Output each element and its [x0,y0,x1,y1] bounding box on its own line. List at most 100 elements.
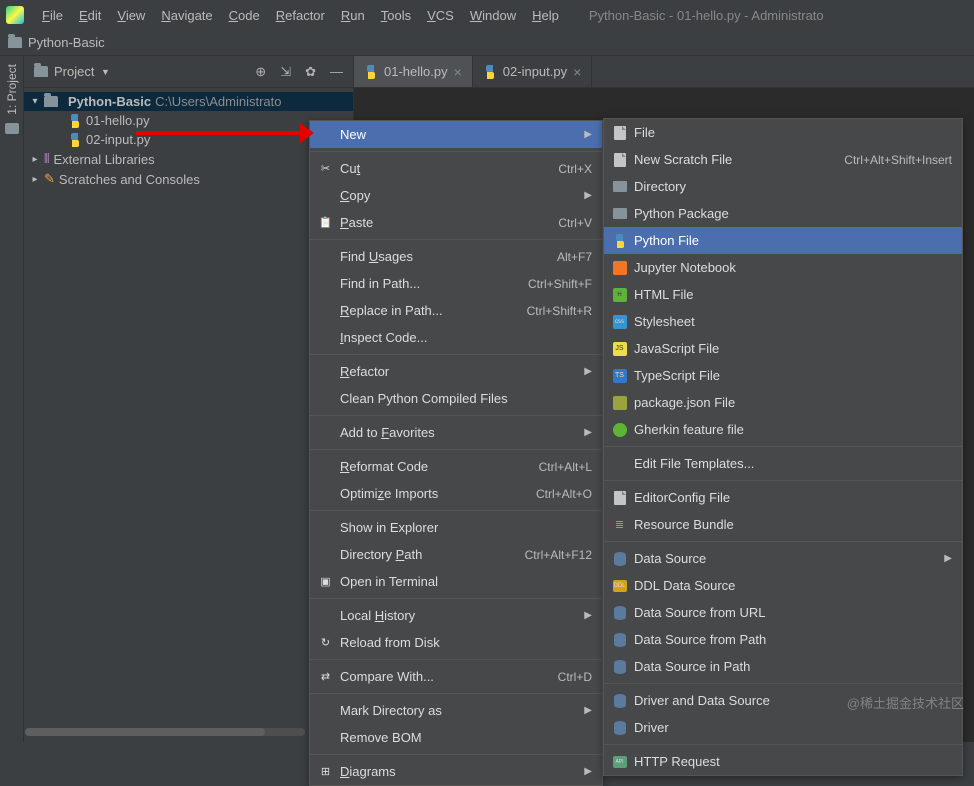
menu-item-html-file[interactable]: HHTML File [604,281,962,308]
scissors-icon: ✂ [318,161,333,176]
menu-item-directory[interactable]: Directory [604,173,962,200]
db-icon [612,659,627,674]
tree-item-scratches[interactable]: ▸✎ Scratches and Consoles [24,169,353,189]
menu-item-edit-file-templates-[interactable]: Edit File Templates... [604,450,962,477]
folder-icon [8,37,22,48]
dir-icon [612,179,627,194]
menu-vcs[interactable]: VCS [419,4,462,27]
menu-item-add-to-favorites[interactable]: Add to Favorites▶ [310,419,602,446]
terminal-icon: ▣ [318,574,333,589]
editor-tab[interactable]: 01-hello.py × [354,56,473,87]
menu-item-cut[interactable]: ✂CutCtrl+X [310,155,602,182]
py-icon [612,233,627,248]
menu-item-paste[interactable]: 📋PasteCtrl+V [310,209,602,236]
locate-icon[interactable]: ⊕ [255,64,266,80]
gherkin-icon [612,422,627,437]
chevron-right-icon: ▶ [584,366,592,377]
menu-item-resource-bundle[interactable]: ≣Resource Bundle [604,511,962,538]
menu-item-python-package[interactable]: Python Package [604,200,962,227]
menu-item-gherkin-feature-file[interactable]: Gherkin feature file [604,416,962,443]
breadcrumb-root[interactable]: Python-Basic [28,35,105,50]
python-icon [364,65,378,79]
menu-tools[interactable]: Tools [373,4,419,27]
context-menu-project[interactable]: New▶ ✂CutCtrl+XCopy▶📋PasteCtrl+V Find Usag… [309,120,603,786]
project-panel-header: Project ▼ ⊕ ⇲ ✿ — [24,56,353,88]
menu-item-data-source-from-path[interactable]: Data Source from Path [604,626,962,653]
menu-item-refactor[interactable]: Refactor▶ [310,358,602,385]
menu-item-open-in-terminal[interactable]: ▣Open in Terminal [310,568,602,595]
menu-item-copy[interactable]: Copy▶ [310,182,602,209]
structure-icon[interactable] [5,123,19,134]
menu-item-reformat-code[interactable]: Reformat CodeCtrl+Alt+L [310,453,602,480]
menu-item-data-source-from-url[interactable]: Data Source from URL [604,599,962,626]
menu-item-typescript-file[interactable]: TSTypeScript File [604,362,962,389]
menu-item-directory-path[interactable]: Directory PathCtrl+Alt+F12 [310,541,602,568]
close-icon[interactable]: × [573,64,581,80]
menu-view[interactable]: View [109,4,153,27]
tree-file[interactable]: 02-input.py [24,130,353,149]
menu-item-replace-in-path-[interactable]: Replace in Path...Ctrl+Shift+R [310,297,602,324]
menu-item-reload-from-disk[interactable]: ↻Reload from Disk [310,629,602,656]
bundle-icon: ≣ [612,517,627,532]
close-icon[interactable]: × [454,64,462,80]
menu-item-mark-directory-as[interactable]: Mark Directory as▶ [310,697,602,724]
menu-help[interactable]: Help [524,4,567,27]
menu-item-compare-with-[interactable]: ⇄Compare With...Ctrl+D [310,663,602,690]
python-icon [483,65,497,79]
menu-window[interactable]: Window [462,4,524,27]
tree-root-path: C:\Users\Administrato [155,94,281,109]
ddl-icon: DDL [612,578,627,593]
breadcrumb: Python-Basic [0,30,974,56]
minimize-icon[interactable]: — [330,64,343,80]
menu-item-clean-python-compiled-files[interactable]: Clean Python Compiled Files [310,385,602,412]
menu-item-diagrams[interactable]: ⊞Diagrams▶ [310,758,602,785]
css-icon: css [612,314,627,329]
context-menu-new[interactable]: FileNew Scratch FileCtrl+Alt+Shift+Inser… [603,118,963,776]
pycharm-icon [6,6,24,24]
paste-icon: 📋 [318,215,333,230]
chevron-right-icon: ▶ [584,129,592,140]
menu-refactor[interactable]: Refactor [268,4,333,27]
editor-tab[interactable]: 02-input.py × [473,56,593,87]
tree-root[interactable]: ▾ Python-Basic C:\Users\Administrato [24,92,353,111]
menu-item-find-in-path-[interactable]: Find in Path...Ctrl+Shift+F [310,270,602,297]
http-icon: API [612,754,627,769]
menu-edit[interactable]: Edit [71,4,109,27]
project-tool-tab[interactable]: 1: Project [5,64,19,115]
folder-icon [44,96,58,107]
menu-run[interactable]: Run [333,4,373,27]
menu-item-find-usages[interactable]: Find UsagesAlt+F7 [310,243,602,270]
compare-icon: ⇄ [318,669,333,684]
menu-file[interactable]: File [34,4,71,27]
menu-item-jupyter-notebook[interactable]: Jupyter Notebook [604,254,962,281]
menu-item-data-source[interactable]: Data Source▶ [604,545,962,572]
expand-icon[interactable]: ⇲ [280,64,291,80]
menu-item-editorconfig-file[interactable]: EditorConfig File [604,484,962,511]
menu-item-file[interactable]: File [604,119,962,146]
menu-item-python-file[interactable]: Python File [604,227,962,254]
menu-item-inspect-code-[interactable]: Inspect Code... [310,324,602,351]
menu-item-driver[interactable]: Driver [604,714,962,741]
menu-item-new-scratch-file[interactable]: New Scratch FileCtrl+Alt+Shift+Insert [604,146,962,173]
menu-item-optimize-imports[interactable]: Optimize ImportsCtrl+Alt+O [310,480,602,507]
tree-file[interactable]: 01-hello.py [24,111,353,130]
menu-item-javascript-file[interactable]: JSJavaScript File [604,335,962,362]
db-icon [612,551,627,566]
menu-code[interactable]: Code [221,4,268,27]
tree-item-external[interactable]: ▸⫴ External Libraries [24,149,353,169]
project-panel: Project ▼ ⊕ ⇲ ✿ — ▾ Python-Basic C:\User… [24,56,354,742]
project-selector[interactable]: Project ▼ [54,64,110,79]
menu-navigate[interactable]: Navigate [153,4,220,27]
menu-item-show-in-explorer[interactable]: Show in Explorer [310,514,602,541]
menu-item-data-source-in-path[interactable]: Data Source in Path [604,653,962,680]
settings-icon[interactable]: ✿ [305,64,316,80]
html-icon: H [612,287,627,302]
menu-item-ddl-data-source[interactable]: DDLDDL Data Source [604,572,962,599]
menu-item-remove-bom[interactable]: Remove BOM [310,724,602,751]
menu-item-http-request[interactable]: APIHTTP Request [604,748,962,775]
menu-item-local-history[interactable]: Local History▶ [310,602,602,629]
scrollbar[interactable] [25,728,305,736]
menu-item-package-json-file[interactable]: package.json File [604,389,962,416]
menu-item-stylesheet[interactable]: cssStylesheet [604,308,962,335]
menu-item-new[interactable]: New▶ [310,121,602,148]
